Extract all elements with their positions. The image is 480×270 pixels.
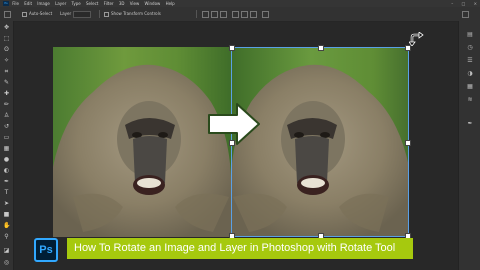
blur-icon[interactable]: ●	[3, 157, 10, 163]
paths-icon[interactable]: ✒	[466, 121, 474, 127]
crop-tool-icon[interactable]: ⌗	[3, 69, 10, 75]
menu-3d[interactable]: 3D	[119, 0, 125, 7]
menu-filter[interactable]: Filter	[104, 0, 114, 7]
adjustments-icon[interactable]: ◑	[466, 71, 474, 77]
properties-icon[interactable]: ☰	[466, 58, 474, 64]
right-arrow-icon	[207, 102, 261, 150]
hand-tool-icon[interactable]: ✋	[3, 223, 10, 229]
dropdown-box	[73, 10, 92, 18]
move-tool-preset-icon[interactable]	[4, 11, 11, 18]
menu-help[interactable]: Help	[166, 0, 175, 7]
shape-tool-icon[interactable]: ■	[3, 212, 10, 218]
align-left-icon[interactable]	[202, 11, 209, 18]
menu-select[interactable]: Select	[86, 0, 98, 7]
zoom-tool-icon[interactable]: ⚲	[3, 234, 10, 240]
auto-select-checkbox[interactable]: Auto-Select	[22, 7, 52, 21]
clone-stamp-icon[interactable]: ♙	[3, 113, 10, 119]
caption-bar: How To Rotate an Image and Layer in Phot…	[67, 238, 413, 259]
move-tool-icon[interactable]: ✥	[3, 25, 10, 31]
auto-select-check-icon	[22, 11, 27, 17]
options-bar: Auto-Select Layer Show Transform Control…	[0, 7, 480, 22]
align-right-icon[interactable]	[220, 11, 227, 18]
pen-tool-icon[interactable]: ✒	[3, 179, 10, 185]
align-bottom-icon[interactable]	[250, 11, 257, 18]
menu-layer[interactable]: Layer	[55, 0, 66, 7]
rotate-cursor-icon	[408, 31, 425, 48]
gradient-icon[interactable]: ▦	[3, 146, 10, 152]
eraser-icon[interactable]: ▭	[3, 135, 10, 141]
history-icon[interactable]: ◷	[466, 45, 474, 51]
align-top-icon[interactable]	[232, 11, 239, 18]
foreground-background-icon[interactable]: ◪	[3, 248, 10, 254]
layers-icon[interactable]: ▤	[466, 32, 474, 38]
menu-image[interactable]: Image	[37, 0, 50, 7]
maximize-button[interactable]: □	[462, 1, 466, 6]
separator	[99, 10, 100, 18]
align-center-icon[interactable]	[211, 11, 218, 18]
eyedropper-icon[interactable]: ✎	[3, 80, 10, 86]
magic-wand-icon[interactable]: ✧	[3, 58, 10, 64]
transform-handle-top[interactable]	[318, 45, 324, 51]
lasso-tool-icon[interactable]: ʘ	[3, 47, 10, 53]
menu-type[interactable]: Type	[72, 0, 81, 7]
baboon-photo-left	[53, 47, 231, 237]
caption-title: How To Rotate an Image and Layer in Phot…	[74, 242, 396, 254]
history-brush-icon[interactable]: ↺	[3, 124, 10, 130]
right-panel-dock: ▤ ◷ ☰ ◑ ▦ ≋ ✒	[458, 21, 480, 270]
workspace-icon[interactable]	[462, 11, 469, 18]
baboon-left-drawing	[53, 64, 231, 237]
healing-brush-icon[interactable]: ✚	[3, 91, 10, 97]
menu-edit[interactable]: Edit	[24, 0, 32, 7]
auto-select-label: Auto-Select	[29, 11, 53, 16]
photoshop-logo: Ps	[34, 238, 58, 262]
auto-select-target-dropdown[interactable]: Layer	[60, 7, 92, 21]
menu-window[interactable]: Window	[145, 0, 161, 7]
show-transform-label: Show Transform Controls	[111, 11, 161, 16]
window-controls: – □ ×	[444, 0, 477, 7]
auto-select-target-value: Layer	[60, 11, 72, 16]
menu-file[interactable]: File	[12, 0, 19, 7]
close-button[interactable]: ×	[474, 1, 477, 6]
transform-handle-right[interactable]	[405, 140, 411, 146]
dodge-icon[interactable]: ◐	[3, 168, 10, 174]
menu-view[interactable]: View	[130, 0, 140, 7]
separator	[196, 10, 197, 18]
brush-tool-icon[interactable]: ✏	[3, 102, 10, 108]
path-selection-icon[interactable]: ➤	[3, 201, 10, 207]
more-options-icon[interactable]	[262, 11, 269, 18]
type-tool-icon[interactable]: T	[3, 190, 10, 196]
quick-mask-icon[interactable]: ◎	[3, 260, 10, 266]
marquee-tool-icon[interactable]: ⬚	[3, 36, 10, 42]
swatches-icon[interactable]: ▦	[466, 84, 474, 90]
app-badge: Ps	[3, 1, 9, 6]
menu-bar: Ps File Edit Image Layer Type Select Fil…	[0, 0, 480, 7]
show-transform-checkbox[interactable]: Show Transform Controls	[104, 7, 161, 21]
align-middle-icon[interactable]	[241, 11, 248, 18]
tools-panel: ✥ ⬚ ʘ ✧ ⌗ ✎ ✚ ✏ ♙ ↺ ▭ ▦ ● ◐ ✒ T ➤ ■ ✋ ⚲ …	[0, 21, 14, 270]
channels-icon[interactable]: ≋	[466, 97, 474, 103]
show-transform-check-icon	[104, 11, 109, 17]
minimize-button[interactable]: –	[451, 1, 453, 6]
transform-handle-top-left[interactable]	[229, 45, 235, 51]
